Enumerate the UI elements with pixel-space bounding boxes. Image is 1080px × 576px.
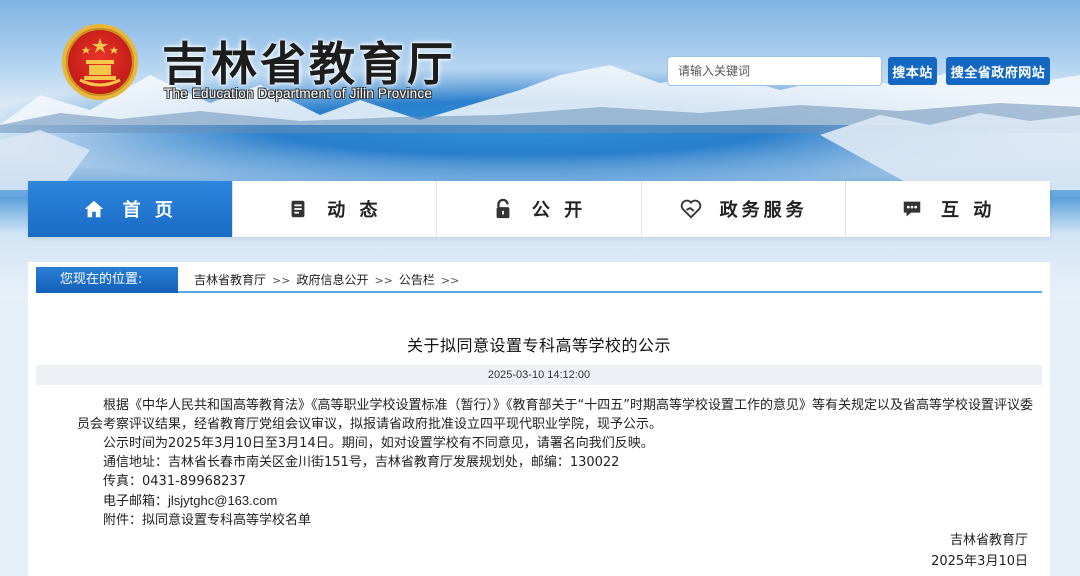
- breadcrumb-link-notices[interactable]: 公告栏: [399, 273, 435, 287]
- nav-item-news[interactable]: 动 态: [233, 181, 438, 237]
- search-gov-sites-button[interactable]: 搜全省政府网站: [946, 57, 1050, 85]
- nav-item-label: 互 动: [941, 200, 996, 221]
- nav-item-label: 首 页: [122, 200, 177, 221]
- nav-item-gov-services[interactable]: 政务服务: [642, 181, 847, 237]
- home-icon: [84, 200, 103, 218]
- breadcrumb-separator: >>: [374, 274, 393, 287]
- breadcrumb-link-home[interactable]: 吉林省教育厅: [194, 273, 266, 287]
- breadcrumb-trail: 吉林省教育厅 >> 政府信息公开 >> 公告栏 >>: [194, 267, 465, 293]
- breadcrumb-link-disclosure[interactable]: 政府信息公开: [296, 273, 368, 287]
- site-subtitle: The Education Department of Jilin Provin…: [164, 86, 433, 101]
- signer-name: 吉林省教育厅: [949, 533, 1028, 548]
- nav-item-disclosure[interactable]: 公 开: [437, 181, 642, 237]
- breadcrumb-separator: >>: [272, 274, 291, 287]
- article-body: 根据《中华人民共和国高等教育法》《高等职业学校设置标准（暂行）》《教育部关于“十…: [77, 396, 1037, 530]
- breadcrumb-label: 您现在的位置:: [36, 267, 178, 293]
- lock-icon: [496, 198, 510, 219]
- contact-fax: 传真：0431-89968237: [103, 474, 246, 489]
- chat-icon: [903, 201, 921, 217]
- contact-email: 电子邮箱：jlsjytghc@163.com: [77, 491, 1037, 511]
- email-label: 电子邮箱：: [103, 494, 169, 509]
- attachment-link[interactable]: 附件：拟同意设置专科高等学校名单: [77, 511, 1037, 530]
- article-paragraph: 公示时间为2025年3月10日至3月14日。期间，如对设置学校有不同意见，请署名…: [103, 436, 654, 451]
- main-nav: 首 页 动 态 公 开 政务服务 互 动: [28, 181, 1050, 237]
- search-site-button[interactable]: 搜本站: [888, 57, 937, 85]
- nav-item-interaction[interactable]: 互 动: [846, 181, 1050, 237]
- header-banner: 吉林省教育厅 The Education Department of Jilin…: [0, 0, 1080, 300]
- article-signature: 吉林省教育厅 2025年3月10日: [931, 530, 1028, 572]
- nav-item-label: 动 态: [327, 200, 382, 221]
- site-title: 吉林省教育厅: [162, 37, 456, 91]
- email-address: jlsjytghc@163.com: [168, 493, 278, 508]
- article-datetime: 2025-03-10 14:12:00: [36, 365, 1042, 385]
- article-title: 关于拟同意设置专科高等学校的公示: [406, 336, 671, 355]
- heart-hands-icon: [680, 199, 701, 219]
- document-icon: [291, 200, 305, 218]
- nav-item-label: 公 开: [531, 200, 587, 221]
- article-paragraph: 根据《中华人民共和国高等教育法》《高等职业学校设置标准（暂行）》《教育部关于“十…: [77, 398, 1033, 432]
- nav-item-home[interactable]: 首 页: [28, 181, 233, 237]
- nav-item-label: 政务服务: [719, 200, 808, 221]
- content-panel: 您现在的位置: 吉林省教育厅 >> 政府信息公开 >> 公告栏 >> 关于拟同意设置专科高…: [28, 262, 1050, 576]
- search-input[interactable]: [667, 56, 882, 86]
- national-emblem-logo: [62, 24, 138, 100]
- contact-address: 通信地址：吉林省长春市南关区金川街151号，吉林省教育厅发展规划处，邮编：130…: [103, 455, 620, 470]
- breadcrumb: 您现在的位置: 吉林省教育厅 >> 政府信息公开 >> 公告栏 >>: [36, 267, 1042, 293]
- sign-date: 2025年3月10日: [931, 554, 1028, 569]
- breadcrumb-separator: >>: [440, 274, 460, 287]
